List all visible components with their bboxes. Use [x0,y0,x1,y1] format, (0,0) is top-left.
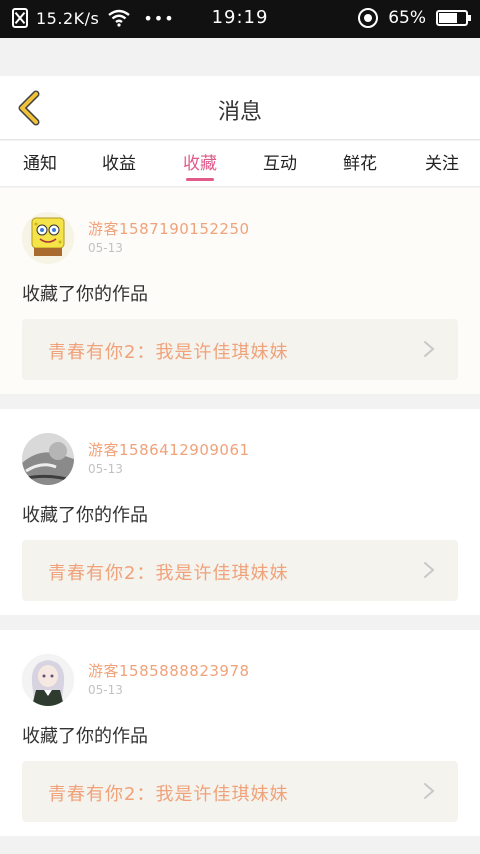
tab-earnings[interactable]: 收益 [87,149,151,187]
tab-label: 收益 [102,154,136,174]
message-date: 05-13 [88,683,123,697]
location-icon [358,8,379,28]
more-notifications-icon: ••• [143,8,175,28]
tab-notifications[interactable]: 通知 [8,149,72,187]
no-sim-icon [12,8,28,28]
username[interactable]: 游客1587190152250 [88,218,250,239]
network-speed: 15.2K/s [36,8,100,28]
tab-label: 收藏 [183,154,217,174]
username[interactable]: 游客1586412909061 [88,439,250,460]
active-tab-indicator [186,178,214,181]
tab-label: 关注 [425,154,459,174]
tab-interactions[interactable]: 互动 [248,149,312,187]
battery-icon [436,10,471,26]
work-title: 青春有你2：我是许佳琪妹妹 [48,342,289,363]
message-date: 05-13 [88,241,123,255]
avatar[interactable] [22,212,74,264]
tab-favorites[interactable]: 收藏 [168,149,232,187]
action-text: 收藏了你的作品 [22,726,148,747]
status-left: 15.2K/s ••• [12,8,175,28]
tab-label: 互动 [263,154,297,174]
avatar[interactable] [22,654,74,706]
spongebob-avatar-icon [22,212,74,264]
tab-flowers[interactable]: 鲜花 [328,149,392,187]
work-title: 青春有你2：我是许佳琪妹妹 [48,784,289,805]
message-card: 游客1587190152250 05-13 收藏了你的作品 青春有你2：我是许佳… [0,188,480,394]
anime-girl-avatar-icon [22,654,74,706]
message-date: 05-13 [88,462,123,476]
tab-following[interactable]: 关注 [410,149,474,187]
avatar[interactable] [22,433,74,485]
battery-fill [439,13,458,23]
chevron-right-icon [424,341,435,357]
app-header: 消息 [0,76,480,140]
status-right: 65% [358,8,471,28]
status-bar: 15.2K/s ••• 19:19 65% [0,0,480,38]
tab-label: 通知 [23,154,57,174]
chevron-right-icon [424,562,435,578]
tab-bar: 通知 收益 收藏 互动 鲜花 关注 [0,141,480,187]
work-title: 青春有你2：我是许佳琪妹妹 [48,563,289,584]
back-button[interactable] [10,86,54,130]
page-title: 消息 [217,100,262,125]
chevron-right-icon [424,783,435,799]
battery-percent: 65% [388,8,426,28]
message-card: 游客1586412909061 05-13 收藏了你的作品 青春有你2：我是许佳… [0,409,480,615]
wifi-icon [108,9,131,27]
chevron-left-icon [18,90,40,126]
grey-photo-avatar-icon [22,433,74,485]
tab-label: 鲜花 [343,154,377,174]
action-text: 收藏了你的作品 [22,505,148,526]
work-link[interactable]: 青春有你2：我是许佳琪妹妹 [22,761,458,822]
action-text: 收藏了你的作品 [22,284,148,305]
message-card: 游客1585888823978 05-13 收藏了你的作品 青春有你2：我是许佳… [0,630,480,836]
work-link[interactable]: 青春有你2：我是许佳琪妹妹 [22,540,458,601]
username[interactable]: 游客1585888823978 [88,660,250,681]
work-link[interactable]: 青春有你2：我是许佳琪妹妹 [22,319,458,380]
